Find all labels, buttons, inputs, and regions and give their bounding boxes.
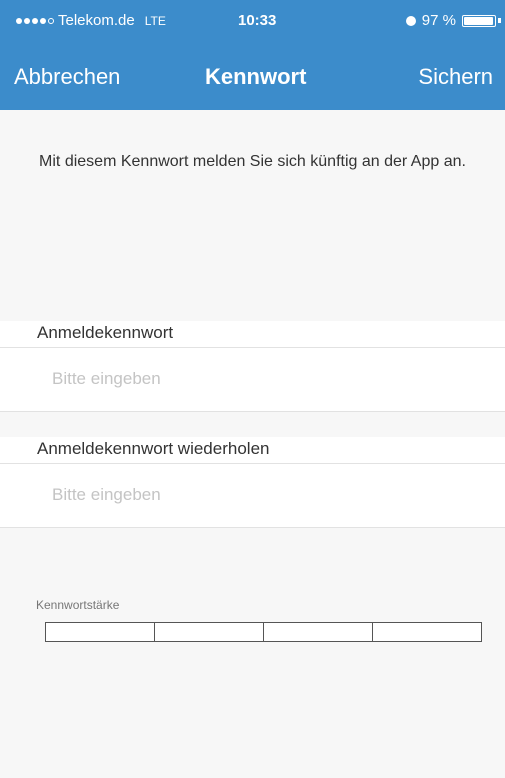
signal-dot bbox=[16, 17, 22, 24]
signal-dot bbox=[32, 17, 38, 24]
status-left: Telekom.de LTE bbox=[16, 12, 166, 29]
password-strength-label: Kennwortstärke bbox=[36, 598, 120, 612]
password-section-header: Anmeldekennwort bbox=[0, 321, 505, 348]
strength-segment bbox=[373, 623, 481, 641]
password-strength-meter bbox=[45, 622, 482, 642]
battery-tip bbox=[498, 18, 501, 23]
password-repeat-section-header: Anmeldekennwort wiederholen bbox=[0, 437, 505, 464]
password-repeat-row bbox=[0, 464, 505, 528]
network-type: LTE bbox=[144, 13, 166, 28]
info-text: Mit diesem Kennwort melden Sie sich künf… bbox=[39, 153, 466, 170]
carrier-name: Telekom.de bbox=[58, 12, 135, 29]
navigation-bar: Abbrechen Kennwort Sichern bbox=[0, 56, 505, 100]
password-row bbox=[0, 348, 505, 412]
strength-segment bbox=[46, 623, 155, 641]
info-section: Mit diesem Kennwort melden Sie sich künf… bbox=[0, 110, 505, 320]
battery-fill bbox=[464, 16, 494, 25]
signal-dot bbox=[40, 17, 46, 24]
cancel-button[interactable]: Abbrechen bbox=[14, 64, 120, 90]
password-input[interactable] bbox=[52, 360, 472, 398]
password-repeat-input[interactable] bbox=[52, 476, 472, 514]
save-button[interactable]: Sichern bbox=[418, 64, 493, 90]
strength-segment bbox=[264, 623, 373, 641]
battery-percent: 97 % bbox=[421, 12, 456, 29]
signal-dot bbox=[24, 17, 30, 24]
signal-strength-icon bbox=[16, 17, 54, 24]
strength-segment bbox=[155, 623, 264, 641]
signal-dot-empty bbox=[48, 17, 54, 24]
password-label: Anmeldekennwort bbox=[37, 323, 174, 342]
status-right: 97 % bbox=[405, 12, 501, 29]
battery-icon bbox=[462, 14, 496, 27]
status-time: 10:33 bbox=[238, 12, 277, 29]
alarm-icon bbox=[405, 15, 416, 26]
password-repeat-label: Anmeldekennwort wiederholen bbox=[37, 439, 270, 458]
app-header: Telekom.de LTE 10:33 97 % Abbrechen Kenn… bbox=[0, 0, 505, 110]
page-title: Kennwort bbox=[205, 64, 307, 89]
status-bar: Telekom.de LTE 10:33 97 % bbox=[0, 0, 505, 46]
